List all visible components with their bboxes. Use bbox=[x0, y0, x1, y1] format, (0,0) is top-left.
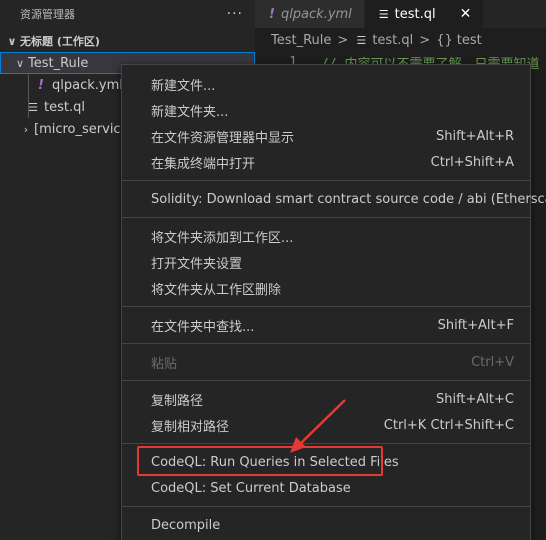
menu-item-open-folder-settings[interactable]: 打开文件夹设置 bbox=[122, 249, 530, 275]
chevron-right-icon: › bbox=[23, 122, 29, 136]
lines-file-icon: ☰ bbox=[378, 7, 389, 21]
file-label: test.ql bbox=[44, 99, 85, 115]
chevron-down-icon: ∨ bbox=[7, 34, 17, 48]
tab-qlpack-yml[interactable]: ! qlpack.yml bbox=[255, 0, 365, 28]
chevron-right-icon: > bbox=[419, 32, 431, 48]
workspace-label: 无标题 (工作区) bbox=[20, 35, 100, 48]
breadcrumb-folder[interactable]: Test_Rule bbox=[271, 33, 331, 48]
menu-item-label: 在集成终端中打开 bbox=[151, 156, 256, 172]
menu-item-label: 将文件夹添加到工作区... bbox=[151, 230, 294, 246]
close-icon[interactable]: ✕ bbox=[460, 6, 472, 22]
lines-file-icon: ☰ bbox=[356, 33, 367, 47]
workspace-header[interactable]: ∨ 无标题 (工作区) bbox=[0, 30, 255, 52]
menu-item-decompile[interactable]: Decompile bbox=[122, 512, 530, 538]
menu-item-label: 复制相对路径 bbox=[151, 419, 230, 435]
menu-item-shortcut: Ctrl+K Ctrl+Shift+C bbox=[383, 417, 514, 433]
menu-item-open-in-terminal[interactable]: 在集成终端中打开 Ctrl+Shift+A bbox=[122, 149, 530, 175]
folder-label: [micro_service_ bbox=[34, 121, 136, 137]
menu-item-label: 新建文件夹... bbox=[151, 104, 229, 120]
menu-separator bbox=[122, 506, 530, 507]
tab-test-ql[interactable]: ☰ test.ql ✕ bbox=[364, 0, 485, 28]
annotation-highlight-box bbox=[137, 446, 383, 476]
menu-item-add-folder-to-workspace[interactable]: 将文件夹添加到工作区... bbox=[122, 223, 530, 249]
chevron-right-icon: > bbox=[337, 32, 349, 48]
menu-item-label: 在文件资源管理器中显示 bbox=[151, 130, 295, 146]
tab-label: test.ql bbox=[394, 6, 436, 22]
menu-item-new-file[interactable]: 新建文件... bbox=[122, 71, 530, 97]
chevron-down-icon: ∨ bbox=[15, 56, 25, 70]
menu-item-reveal-in-explorer[interactable]: 在文件资源管理器中显示 Shift+Alt+R bbox=[122, 123, 530, 149]
breadcrumb-file[interactable]: test.ql bbox=[372, 33, 413, 48]
menu-separator bbox=[122, 180, 530, 181]
menu-item-remove-folder[interactable]: 将文件夹从工作区删除 bbox=[122, 275, 530, 301]
menu-separator bbox=[122, 443, 530, 444]
lines-file-icon: ☰ bbox=[28, 100, 38, 114]
braces-icon: {} bbox=[436, 32, 453, 48]
folder-label: Test_Rule bbox=[28, 55, 89, 71]
menu-item-shortcut: Shift+Alt+F bbox=[437, 317, 514, 333]
exclamation-icon: ! bbox=[269, 6, 275, 22]
menu-item-label: 在文件夹中查找... bbox=[151, 319, 255, 335]
explorer-title: 资源管理器 bbox=[20, 8, 75, 21]
explorer-header: 资源管理器 ··· bbox=[0, 0, 255, 28]
menu-item-copy-relative-path[interactable]: 复制相对路径 Ctrl+K Ctrl+Shift+C bbox=[122, 412, 530, 438]
menu-separator bbox=[122, 380, 530, 381]
menu-item-label: CodeQL: Set Current Database bbox=[151, 480, 351, 496]
tab-label: qlpack.yml bbox=[280, 6, 352, 22]
menu-item-shortcut: Shift+Alt+C bbox=[435, 391, 514, 407]
menu-item-shortcut: Shift+Alt+R bbox=[436, 128, 514, 144]
menu-item-label: Solidity: Download smart contract source… bbox=[151, 191, 546, 207]
menu-item-shortcut: Ctrl+Shift+A bbox=[430, 154, 514, 170]
menu-item-label: 新建文件... bbox=[151, 78, 216, 94]
menu-separator bbox=[122, 306, 530, 307]
menu-item-label: 复制路径 bbox=[151, 393, 204, 409]
menu-item-codeql-set-database[interactable]: CodeQL: Set Current Database bbox=[122, 475, 530, 501]
menu-item-copy-path[interactable]: 复制路径 Shift+Alt+C bbox=[122, 386, 530, 412]
menu-separator bbox=[122, 343, 530, 344]
menu-item-label: 打开文件夹设置 bbox=[151, 256, 243, 272]
editor-tabbar: ! qlpack.yml ☰ test.ql ✕ bbox=[255, 0, 546, 28]
menu-item-label: 粘贴 bbox=[151, 356, 178, 372]
breadcrumb: Test_Rule > ☰ test.ql > {} test bbox=[255, 28, 546, 52]
menu-item-solidity-download[interactable]: Solidity: Download smart contract source… bbox=[122, 186, 546, 212]
ellipsis-icon[interactable]: ··· bbox=[227, 6, 243, 22]
breadcrumb-symbol[interactable]: test bbox=[457, 33, 482, 48]
menu-item-paste: 粘贴 Ctrl+V bbox=[122, 349, 530, 375]
menu-item-find-in-folder[interactable]: 在文件夹中查找... Shift+Alt+F bbox=[122, 312, 530, 338]
menu-item-label: Decompile bbox=[151, 517, 221, 533]
exclamation-icon: ! bbox=[38, 77, 44, 93]
menu-item-new-folder[interactable]: 新建文件夹... bbox=[122, 97, 530, 123]
menu-separator bbox=[122, 217, 530, 218]
menu-item-shortcut: Ctrl+V bbox=[471, 354, 514, 370]
file-label: qlpack.yml bbox=[52, 77, 123, 93]
menu-item-label: 将文件夹从工作区删除 bbox=[151, 282, 282, 298]
